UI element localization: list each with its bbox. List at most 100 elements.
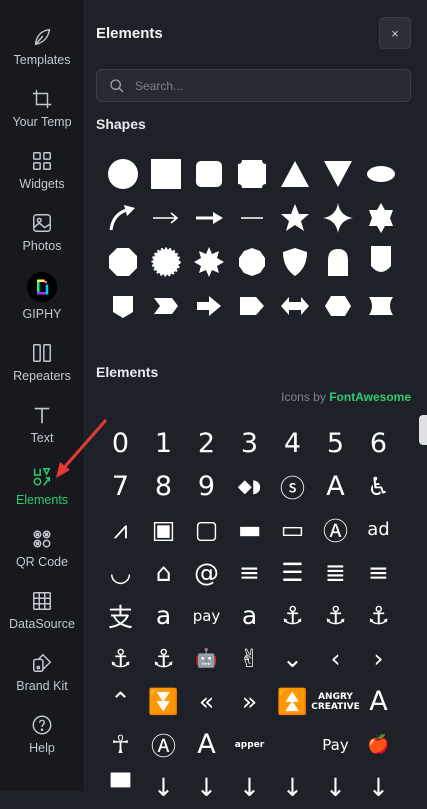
anchor-icon[interactable]: ⚓ <box>271 594 314 637</box>
search-box[interactable] <box>96 69 411 102</box>
shape-star[interactable] <box>273 196 316 240</box>
anchor-circle-check-icon[interactable]: ⚓ <box>314 594 357 637</box>
alipay-icon[interactable]: 支 <box>99 594 142 637</box>
rail-item-templates[interactable]: Templates <box>0 24 84 86</box>
angles-down-icon[interactable]: ⏬ <box>142 680 185 723</box>
shape-shield[interactable] <box>273 240 316 284</box>
angles-right-icon[interactable]: » <box>228 680 271 723</box>
digit-5-icon[interactable]: 5 <box>314 422 357 465</box>
shape-bowtie[interactable] <box>359 284 402 328</box>
canvas-edge-handle[interactable] <box>419 415 427 445</box>
shape-chevron[interactable] <box>144 284 187 328</box>
shape-starburst-circle[interactable] <box>144 240 187 284</box>
anchor-lock-icon[interactable]: ⚓ <box>142 637 185 680</box>
shape-thin-arrow[interactable] <box>144 196 187 240</box>
adversal-icon[interactable]: ◡ <box>99 551 142 594</box>
anchor-circle-xmark-icon[interactable]: ⚓ <box>99 637 142 680</box>
angry-creative-icon[interactable]: ANGRY CREATIVE <box>311 680 360 723</box>
shape-square[interactable] <box>144 152 187 196</box>
rail-item-your-temp[interactable]: Your Temp <box>0 86 84 148</box>
angellist-icon[interactable]: ✌ <box>228 637 271 680</box>
apple-whole-icon[interactable]: 🍎 <box>357 723 400 766</box>
shape-circle[interactable] <box>101 152 144 196</box>
shape-arrow-block[interactable] <box>187 284 230 328</box>
shape-curved-arrow[interactable] <box>101 196 144 240</box>
apple-pay-icon[interactable]: Pay <box>314 723 357 766</box>
arrow-down-9-1-icon[interactable]: ↓ <box>228 766 271 809</box>
arrow-down-1-9-icon[interactable]: ↓ <box>185 766 228 809</box>
fontawesome-link[interactable]: FontAwesome <box>329 390 411 404</box>
digit-9-icon[interactable]: 9 <box>185 465 228 508</box>
shape-arch[interactable] <box>316 240 359 284</box>
shape-triangle-down[interactable] <box>316 152 359 196</box>
close-button[interactable]: × <box>379 17 411 49</box>
shape-triangle-up[interactable] <box>273 152 316 196</box>
align-left-icon[interactable]: ≣ <box>314 551 357 594</box>
address-card-outline-icon[interactable]: ▭ <box>271 508 314 551</box>
shape-ellipse[interactable] <box>359 152 402 196</box>
airbnb-icon[interactable]: ⌂ <box>142 551 185 594</box>
rail-item-datasource[interactable]: DataSource <box>0 588 84 650</box>
angle-left-icon[interactable]: ‹ <box>314 637 357 680</box>
rail-item-widgets[interactable]: Widgets <box>0 148 84 210</box>
rail-item-elements[interactable]: Elements <box>0 464 84 526</box>
ankh-icon[interactable]: ☥ <box>99 723 142 766</box>
angle-down-icon[interactable]: ⌄ <box>271 637 314 680</box>
angle-up-icon[interactable]: ⌃ <box>99 680 142 723</box>
rail-item-help[interactable]: Help <box>0 712 84 774</box>
shape-tag-down[interactable] <box>359 240 402 284</box>
digit-4-icon[interactable]: 4 <box>271 422 314 465</box>
anchor-circle-exclamation-icon[interactable]: ⚓ <box>357 594 400 637</box>
shape-bold-arrow[interactable] <box>187 196 230 240</box>
archway-icon[interactable]: ▀ <box>99 766 142 809</box>
rail-item-giphy[interactable]: GIPHY <box>0 272 84 334</box>
arrow-down-short-wide-icon[interactable]: ↓ <box>357 766 400 809</box>
letter-a-icon[interactable]: A <box>314 465 357 508</box>
shape-line[interactable] <box>230 196 273 240</box>
amazon-pay-icon[interactable]: pay <box>185 594 228 637</box>
amazon-icon[interactable]: a <box>142 594 185 637</box>
shape-tag-right[interactable] <box>230 284 273 328</box>
rail-item-photos[interactable]: Photos <box>0 210 84 272</box>
align-justify-icon[interactable]: ☰ <box>271 551 314 594</box>
digit-2-icon[interactable]: 2 <box>185 422 228 465</box>
shape-six-point-star[interactable] <box>359 196 402 240</box>
address-book-icon[interactable]: ▣ <box>142 508 185 551</box>
accessible-icon[interactable]: ♿ <box>357 465 400 508</box>
align-right-icon[interactable]: ≡ <box>357 551 400 594</box>
align-center-icon[interactable]: ≡ <box>228 551 271 594</box>
arrow-down-icon[interactable]: ↓ <box>142 766 185 809</box>
digit-6-icon[interactable]: 6 <box>357 422 400 465</box>
apper-icon[interactable]: apper <box>228 723 271 766</box>
shape-starburst[interactable] <box>187 240 230 284</box>
bowtie-glyph-icon[interactable]: ◆◗ <box>228 465 271 508</box>
app-store-icon[interactable]: Ⓐ <box>142 723 185 766</box>
rail-item-text[interactable]: Text <box>0 402 84 464</box>
500px-logo-icon[interactable]: ⓢ <box>271 465 314 508</box>
app-store-ios-icon[interactable]: A <box>185 723 228 766</box>
shape-double-arrow[interactable] <box>273 284 316 328</box>
digit-3-icon[interactable]: 3 <box>228 422 271 465</box>
shape-pentagon-down[interactable] <box>101 284 144 328</box>
address-card-icon[interactable]: ▬ <box>228 508 271 551</box>
shape-hexagon[interactable] <box>316 284 359 328</box>
apple-icon[interactable] <box>271 723 314 766</box>
amilia-icon[interactable]: a <box>228 594 271 637</box>
angles-up-icon[interactable]: ⏫ <box>271 680 314 723</box>
search-input[interactable] <box>133 77 397 94</box>
shape-scalloped-square[interactable] <box>230 152 273 196</box>
arrow-down-long-icon[interactable]: ↓ <box>314 766 357 809</box>
angles-left-icon[interactable]: « <box>185 680 228 723</box>
shape-octagon[interactable] <box>101 240 144 284</box>
address-book-outline-icon[interactable]: ▢ <box>185 508 228 551</box>
digit-0-icon[interactable]: 0 <box>99 422 142 465</box>
shape-decagon[interactable] <box>230 240 273 284</box>
algolia-icon[interactable]: @ <box>185 551 228 594</box>
digit-8-icon[interactable]: 8 <box>142 465 185 508</box>
shape-four-point-star[interactable] <box>316 196 359 240</box>
arrow-down-a-z-icon[interactable]: ↓ <box>271 766 314 809</box>
shape-rounded-square[interactable] <box>187 152 230 196</box>
rail-item-brand-kit[interactable]: Brand Kit <box>0 650 84 712</box>
accusoft-icon[interactable]: ⩘ <box>99 508 142 551</box>
angle-right-icon[interactable]: › <box>357 637 400 680</box>
